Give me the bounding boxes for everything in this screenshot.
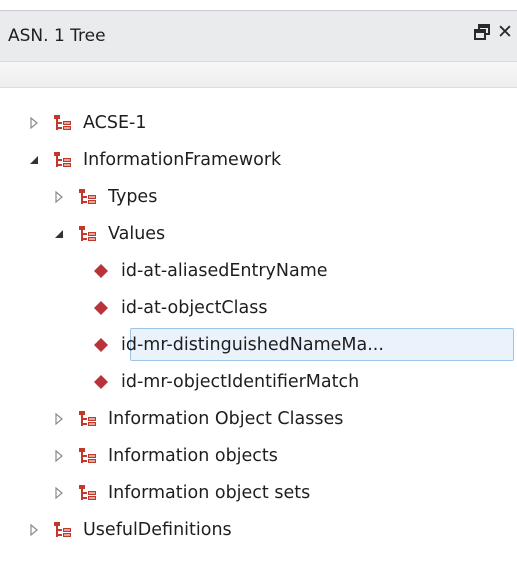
tree-value-item[interactable]: id-mr-objectIdentifierMatch — [0, 363, 517, 400]
module-tree-icon — [53, 520, 73, 540]
module-tree-icon — [78, 187, 98, 207]
tree-item-label: id-mr-objectIdentifierMatch — [121, 371, 360, 392]
expand-arrow-icon[interactable] — [50, 410, 68, 428]
value-diamond-icon — [93, 300, 109, 316]
tree-module-item[interactable]: Information Object Classes — [0, 400, 517, 437]
panel-titlebar: ASN. 1 Tree ✕ — [0, 10, 517, 62]
close-icon[interactable]: ✕ — [497, 23, 515, 43]
expand-arrow-icon[interactable] — [25, 114, 43, 132]
tree-item-label: Information Object Classes — [108, 408, 344, 429]
value-diamond-icon — [93, 263, 109, 279]
collapse-arrow-icon[interactable] — [25, 151, 43, 169]
asn1-tree-panel: ASN. 1 Tree ✕ ACSE-1 InformationFramework… — [0, 0, 517, 563]
tree-module-item[interactable]: Values — [0, 215, 517, 252]
tree-value-item[interactable]: id-at-aliasedEntryName — [0, 252, 517, 289]
tree-item-label: Values — [108, 223, 166, 244]
tree-item-label: Information object sets — [108, 482, 311, 503]
tree-value-item[interactable]: id-mr-distinguishedNameMa... — [0, 326, 517, 363]
module-tree-icon — [53, 150, 73, 170]
expand-arrow-icon[interactable] — [50, 188, 68, 206]
tree-item-label: Types — [108, 186, 158, 207]
expand-arrow-icon[interactable] — [25, 521, 43, 539]
module-tree-icon — [53, 113, 73, 133]
panel-title: ASN. 1 Tree — [8, 26, 106, 46]
tree-item-label: UsefulDefinitions — [83, 519, 232, 540]
tree-module-item[interactable]: Information objects — [0, 437, 517, 474]
tree-module-item[interactable]: Types — [0, 178, 517, 215]
expand-arrow-icon[interactable] — [50, 447, 68, 465]
toolbar-strip — [0, 62, 517, 88]
tree-item-label: ACSE-1 — [83, 112, 147, 133]
tree-view: ACSE-1 InformationFramework Types Values id-… — [0, 104, 517, 548]
expand-arrow-icon[interactable] — [50, 484, 68, 502]
collapse-arrow-icon[interactable] — [50, 225, 68, 243]
tree-module-item[interactable]: ACSE-1 — [0, 104, 517, 141]
module-tree-icon — [78, 224, 98, 244]
tree-item-label: Information objects — [108, 445, 278, 466]
tree-item-label: id-at-aliasedEntryName — [121, 260, 328, 281]
tree-module-item[interactable]: InformationFramework — [0, 141, 517, 178]
tree-item-label: InformationFramework — [83, 149, 282, 170]
tree-value-item[interactable]: id-at-objectClass — [0, 289, 517, 326]
tree-item-label: id-mr-distinguishedNameMa... — [121, 334, 384, 355]
module-tree-icon — [78, 483, 98, 503]
tree-module-item[interactable]: Information object sets — [0, 474, 517, 511]
float-icon[interactable] — [474, 22, 490, 42]
tree-item-label: id-at-objectClass — [121, 297, 268, 318]
value-diamond-icon — [93, 337, 109, 353]
module-tree-icon — [78, 409, 98, 429]
value-diamond-icon — [93, 374, 109, 390]
module-tree-icon — [78, 446, 98, 466]
tree-module-item[interactable]: UsefulDefinitions — [0, 511, 517, 548]
